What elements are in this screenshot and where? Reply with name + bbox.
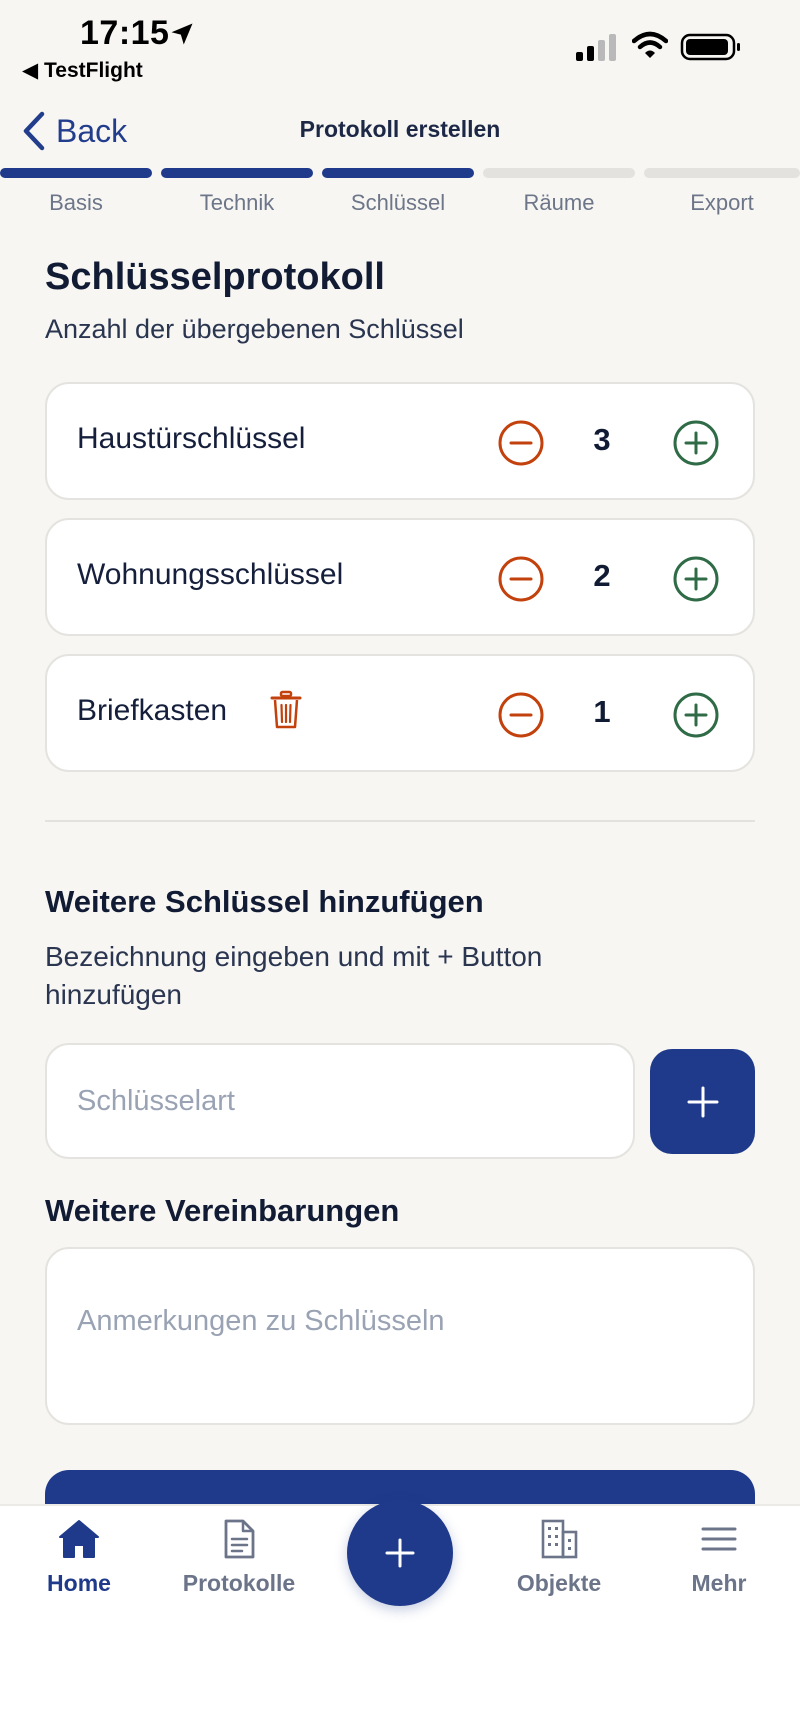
decrement-minus-icon[interactable]	[497, 555, 545, 603]
create-fab[interactable]	[347, 1500, 453, 1606]
tab-protokolle[interactable]: Protokolle	[169, 1518, 309, 1597]
battery-icon	[680, 33, 740, 61]
tab-label: Home	[47, 1570, 111, 1596]
step-label: Räume	[523, 190, 595, 215]
document-icon	[224, 1519, 255, 1559]
key-name: Briefkasten	[77, 694, 228, 727]
step-bar	[0, 168, 152, 178]
step-technik[interactable]: Technik	[161, 168, 313, 216]
add-keys-help: Bezeichnung eingeben und mit + Button hi…	[45, 941, 543, 1010]
key-name: Haustürschlüssel	[77, 422, 306, 455]
add-keys-title: Weitere Schlüssel hinzufügen	[45, 884, 484, 919]
increment-plus-icon[interactable]	[672, 691, 720, 739]
key-count: 1	[593, 694, 611, 729]
plus-icon	[687, 1086, 718, 1117]
step-label: Schlüssel	[350, 190, 446, 215]
home-icon	[59, 1520, 99, 1558]
step-label: Technik	[199, 190, 275, 215]
step-bar	[483, 168, 635, 178]
tab-label: Protokolle	[182, 1570, 296, 1596]
tab-mehr[interactable]: Mehr	[649, 1518, 789, 1597]
building-icon	[541, 1519, 578, 1559]
step-raeume[interactable]: Räume	[483, 168, 635, 216]
agreements-title: Weitere Vereinbarungen	[45, 1193, 400, 1228]
key-type-placeholder: Schlüsselart	[77, 1084, 235, 1117]
page-title: Protokoll erstellen	[299, 116, 501, 142]
step-basis[interactable]: Basis	[0, 168, 152, 216]
plus-icon	[385, 1538, 415, 1568]
step-export[interactable]: Export	[644, 168, 800, 216]
step-schluessel[interactable]: Schlüssel	[322, 168, 474, 216]
key-name: Wohnungsschlüssel	[77, 558, 344, 591]
agreements-placeholder: Anmerkungen zu Schlüsseln	[77, 1305, 445, 1337]
status-time: 17:15	[80, 14, 170, 52]
progress-stepper: Basis Technik Schlüssel Räume Export	[0, 168, 800, 216]
return-to-testflight[interactable]: ◀ TestFlight	[22, 58, 143, 83]
key-count: 2	[593, 558, 611, 593]
tab-label: Objekte	[516, 1570, 602, 1596]
section-divider	[45, 820, 755, 822]
add-key-button[interactable]	[650, 1049, 755, 1154]
section-title: Schlüsselprotokoll	[45, 256, 385, 298]
tab-label: Mehr	[691, 1570, 747, 1596]
tab-home[interactable]: Home	[9, 1518, 149, 1597]
step-label: Export	[690, 190, 754, 215]
step-bar	[161, 168, 313, 178]
step-bar	[644, 168, 800, 178]
location-arrow-icon	[171, 23, 193, 45]
key-type-input[interactable]: Schlüsselart	[45, 1043, 635, 1159]
wifi-icon	[632, 31, 668, 58]
step-bar	[322, 168, 474, 178]
cellular-signal-icon	[576, 34, 616, 61]
key-count: 3	[593, 422, 611, 457]
agreements-textarea[interactable]: Anmerkungen zu Schlüsseln	[45, 1247, 755, 1425]
key-row-briefkasten: Briefkasten 1	[45, 654, 755, 772]
back-triangle-icon: ◀	[22, 59, 39, 82]
trash-icon[interactable]	[269, 690, 303, 730]
step-label: Basis	[49, 190, 103, 215]
decrement-minus-icon[interactable]	[497, 419, 545, 467]
menu-icon	[701, 1527, 737, 1551]
key-row-haustuer: Haustürschlüssel 3	[45, 382, 755, 500]
tab-objekte[interactable]: Objekte	[489, 1518, 629, 1597]
section-subtitle: Anzahl der übergebenen Schlüssel	[45, 314, 464, 344]
increment-plus-icon[interactable]	[672, 555, 720, 603]
key-row-wohnung: Wohnungsschlüssel 2	[45, 518, 755, 636]
increment-plus-icon[interactable]	[672, 419, 720, 467]
decrement-minus-icon[interactable]	[497, 691, 545, 739]
